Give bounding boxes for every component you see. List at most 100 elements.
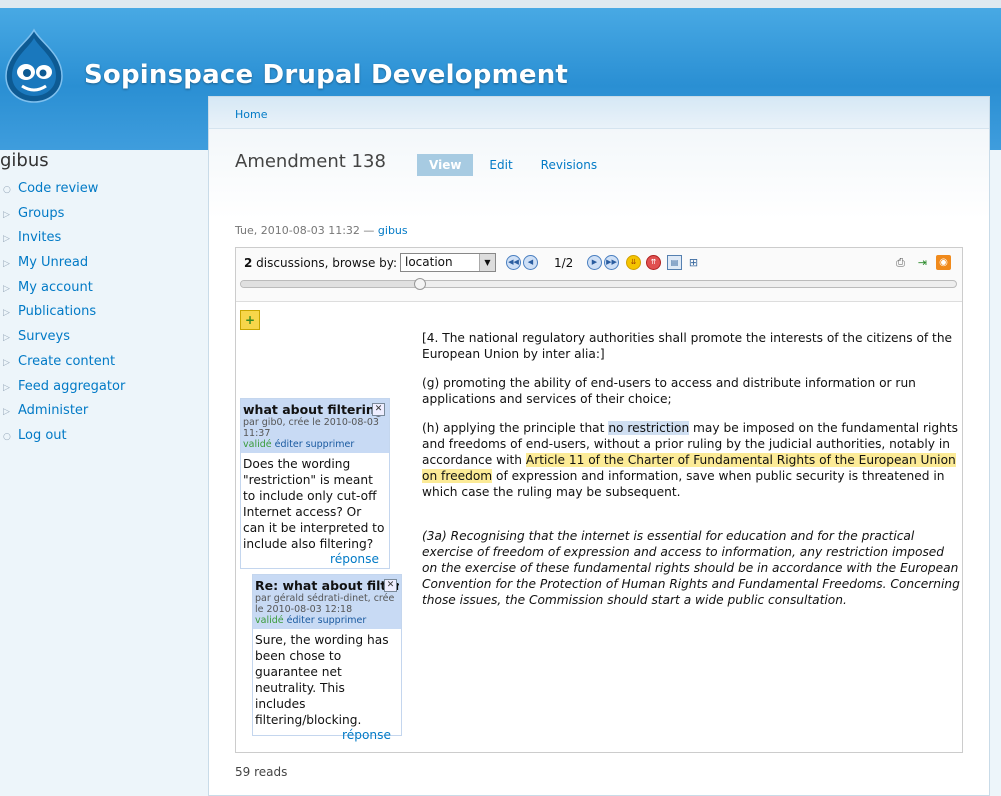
tree-view-icon[interactable]: ⊞ [686, 255, 701, 270]
submitted-info: Tue, 2010-08-03 11:32 — gibus [235, 224, 408, 237]
reply-link[interactable]: réponse [253, 728, 401, 744]
paragraph: (g) promoting the ability of end-users t… [422, 376, 916, 406]
chevron-down-icon[interactable]: ▼ [479, 254, 495, 271]
sidebar-item-label[interactable]: Publications [18, 304, 96, 319]
edit-comment-link[interactable]: éditer [275, 439, 303, 450]
export-icon[interactable]: ⇥ [915, 255, 930, 270]
submitted-date: Tue, 2010-08-03 11:32 — [235, 224, 378, 237]
menu-bullet-icon: ▷ [3, 382, 10, 393]
comment-toolbar: 2 discussions, browse by: location ▼ ◀◀ ◀… [236, 248, 962, 302]
sidebar-menu: ○ Code review ▷ Groups ▷ Invites ▷ My Unread… [0, 180, 125, 452]
menu-bullet-icon: ▷ [3, 308, 10, 319]
close-icon[interactable]: ✕ [372, 403, 385, 416]
expand-all-icon[interactable]: ⇊ [626, 255, 641, 270]
rss-feed-icon[interactable]: ◉ [936, 255, 951, 270]
sidebar-item-administer[interactable]: ▷ Administer [0, 402, 125, 427]
tab-edit[interactable]: Edit [477, 154, 524, 176]
comment-header: Re: what about filteri ✕ par gérald sédr… [253, 575, 401, 629]
paragraph-amendment: (3a) Recognising that the internet is es… [422, 529, 960, 607]
sidebar-title: gibus [0, 150, 49, 171]
reads-count: 59 reads [235, 765, 288, 779]
comment-meta: par gérald sédrati-dinet, crée le 2010-0… [255, 593, 395, 615]
drupal-logo-icon[interactable] [4, 28, 64, 104]
edit-comment-link[interactable]: éditer [287, 615, 315, 626]
sidebar-item-label[interactable]: Create content [18, 354, 115, 369]
menu-bullet-icon: ▷ [3, 209, 10, 220]
menu-bullet-icon: ▷ [3, 283, 10, 294]
page-title: Amendment 138 [235, 151, 386, 172]
title-area: Amendment 138 View Edit Revisions [209, 129, 989, 219]
discussion-count-label: discussions, browse by: [252, 256, 398, 270]
breadcrumb-bar: Home [209, 97, 989, 129]
sidebar-item-label[interactable]: My account [18, 280, 93, 295]
add-comment-icon[interactable]: + [240, 310, 260, 330]
discussion-slider[interactable] [240, 278, 957, 290]
print-icon[interactable]: ⎙ [893, 255, 908, 270]
delete-comment-link[interactable]: supprimer [318, 615, 367, 626]
author-link[interactable]: gibus [378, 224, 408, 237]
sidebar-item-label[interactable]: Invites [18, 230, 61, 245]
comment-box[interactable]: what about filtering ✕ par gib0, crée le… [240, 398, 390, 569]
sidebar-item-log-out[interactable]: ○ Log out [0, 427, 125, 452]
text-segment: (h) applying the principle that [422, 421, 609, 435]
delete-comment-link[interactable]: supprimer [306, 439, 355, 450]
comment-header: what about filtering ✕ par gib0, crée le… [241, 399, 389, 453]
sidebar-item-publications[interactable]: ▷ Publications [0, 303, 125, 328]
browse-by-select[interactable]: location ▼ [400, 253, 496, 272]
comment-body: Does the wording "restriction" is meant … [243, 457, 385, 551]
menu-bullet-icon: ▷ [3, 333, 10, 344]
sidebar-item-my-unread[interactable]: ▷ My Unread [0, 254, 125, 279]
comment-box-reply[interactable]: Re: what about filteri ✕ par gérald sédr… [252, 574, 402, 742]
paragraph: (h) applying the principle that no restr… [422, 420, 962, 500]
sidebar-item-code-review[interactable]: ○ Code review [0, 180, 125, 205]
discussion-count: 2 discussions, browse by: [244, 256, 397, 270]
tab-revisions[interactable]: Revisions [529, 154, 609, 176]
comment-actions: validé éditer supprimer [243, 439, 387, 451]
reply-link[interactable]: réponse [241, 552, 389, 568]
close-icon[interactable]: ✕ [384, 579, 397, 592]
tabs: View Edit Revisions [417, 154, 613, 176]
tab-view[interactable]: View [417, 154, 474, 176]
next-discussion-icon[interactable]: ▶ [587, 255, 602, 270]
sidebar-item-invites[interactable]: ▷ Invites [0, 229, 125, 254]
comment-title[interactable]: what about filtering [243, 402, 387, 417]
menu-bullet-icon: ▷ [3, 259, 10, 270]
sidebar-item-label[interactable]: My Unread [18, 255, 88, 270]
comment-status: validé [255, 615, 284, 626]
site-name[interactable]: Sopinspace Drupal Development [84, 60, 568, 90]
comment-actions: validé éditer supprimer [255, 615, 399, 627]
first-discussion-icon[interactable]: ◀◀ [506, 255, 521, 270]
highlighted-scope[interactable]: no restriction [608, 421, 690, 435]
sidebar-item-create-content[interactable]: ▷ Create content [0, 353, 125, 378]
menu-bullet-icon: ▷ [3, 234, 10, 245]
comment-body: Sure, the wording has been chose to guar… [255, 633, 389, 727]
text-segment: of expression and information, save when… [422, 469, 945, 499]
list-view-icon[interactable]: ▤ [667, 255, 682, 270]
slider-handle[interactable] [413, 278, 426, 290]
sidebar-item-groups[interactable]: ▷ Groups [0, 205, 125, 230]
breadcrumb-home-link[interactable]: Home [235, 108, 267, 121]
menu-bullet-icon: ○ [3, 185, 11, 195]
browse-by-value: location [405, 255, 453, 269]
comment-title[interactable]: Re: what about filteri [255, 578, 399, 593]
comment-viewer: 2 discussions, browse by: location ▼ ◀◀ ◀… [235, 247, 963, 753]
paragraph: [4. The national regulatory authorities … [422, 331, 953, 361]
sidebar-item-label[interactable]: Surveys [18, 329, 70, 344]
document-text[interactable]: [4. The national regulatory authorities … [422, 330, 962, 621]
previous-discussion-icon[interactable]: ◀ [523, 255, 538, 270]
comment-status: validé [243, 439, 272, 450]
sidebar-item-surveys[interactable]: ▷ Surveys [0, 328, 125, 353]
sidebar-item-feed-aggregator[interactable]: ▷ Feed aggregator [0, 378, 125, 403]
menu-bullet-icon: ▷ [3, 357, 10, 368]
sidebar-item-label[interactable]: Log out [18, 428, 67, 443]
last-discussion-icon[interactable]: ▶▶ [604, 255, 619, 270]
sidebar-item-label[interactable]: Feed aggregator [18, 379, 125, 394]
sidebar-item-label[interactable]: Administer [18, 403, 88, 418]
sidebar-item-my-account[interactable]: ▷ My account [0, 279, 125, 304]
discussion-counter: 1/2 [554, 256, 574, 270]
sidebar-item-label[interactable]: Groups [18, 206, 64, 221]
collapse-all-icon[interactable]: ⇈ [646, 255, 661, 270]
sidebar-item-label[interactable]: Code review [18, 181, 98, 196]
menu-bullet-icon: ▷ [3, 407, 10, 418]
comment-meta: par gib0, crée le 2010-08-03 11:37 [243, 417, 379, 439]
